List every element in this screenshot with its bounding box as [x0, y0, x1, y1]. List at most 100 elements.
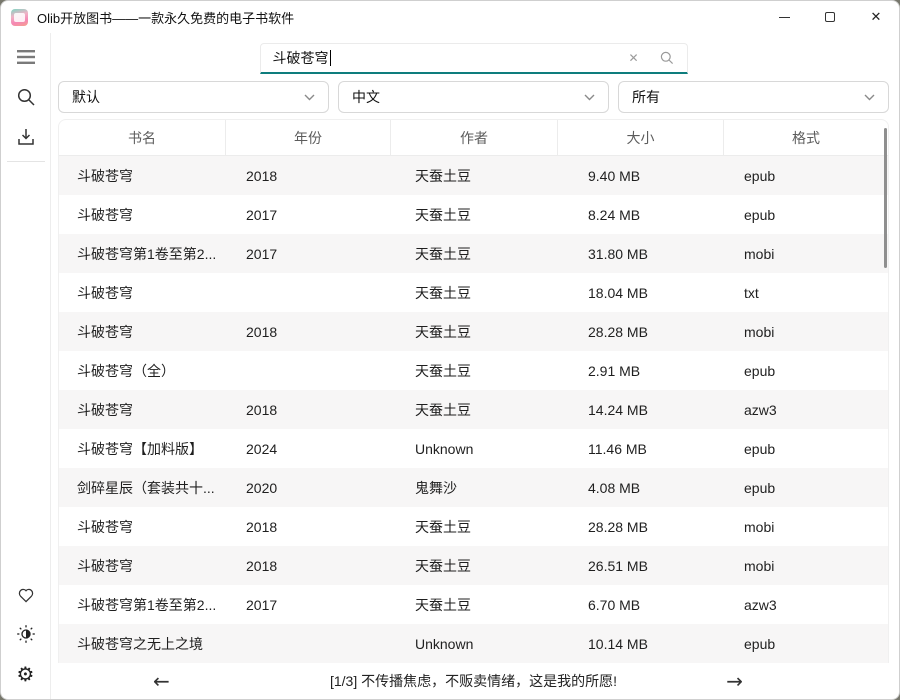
table-row[interactable]: 斗破苍穹 2018 天蚕土豆 9.40 MB epub [59, 156, 888, 195]
cell-author: 天蚕土豆 [391, 283, 558, 303]
app-logo-icon [11, 9, 28, 26]
sidebar-divider [7, 161, 45, 162]
next-page-button[interactable]: → [726, 671, 743, 691]
search-query-text: 斗破苍穹 [273, 48, 329, 68]
chevron-down-icon [584, 94, 595, 101]
filter-bar: 默认 中文 所有 [58, 81, 889, 113]
table-row[interactable]: 斗破苍穹 2018 天蚕土豆 26.51 MB mobi [59, 546, 888, 585]
table-row[interactable]: 斗破苍穹之无上之境 Unknown 10.14 MB epub [59, 624, 888, 663]
cell-format: mobi [724, 324, 888, 340]
cell-book-name: 斗破苍穹【加料版】 [59, 439, 226, 459]
results-table: 书名 年份 作者 大小 格式 斗破苍穹 2018 天蚕土豆 9.40 MB ep… [58, 119, 889, 663]
table-row[interactable]: 斗破苍穹 天蚕土豆 18.04 MB txt [59, 273, 888, 312]
maximize-button[interactable] [807, 1, 853, 33]
cell-author: 天蚕土豆 [391, 166, 558, 186]
cell-format: epub [724, 207, 888, 223]
cell-size: 9.40 MB [558, 168, 724, 184]
favorites-button[interactable] [6, 574, 46, 614]
cell-year: 2018 [226, 168, 391, 184]
cell-author: 天蚕土豆 [391, 517, 558, 537]
cell-year: 2018 [226, 519, 391, 535]
table-row[interactable]: 斗破苍穹 2018 天蚕土豆 28.28 MB mobi [59, 312, 888, 351]
search-nav-button[interactable] [6, 77, 46, 117]
search-input[interactable]: 斗破苍穹 ✕ [260, 43, 688, 74]
cell-format: epub [724, 636, 888, 652]
downloads-button[interactable] [6, 117, 46, 157]
cell-book-name: 斗破苍穹第1卷至第2... [59, 595, 226, 615]
search-icon [16, 87, 36, 107]
cell-book-name: 斗破苍穹 [59, 400, 226, 420]
language-dropdown-value: 中文 [352, 87, 380, 107]
menu-button[interactable] [6, 37, 46, 77]
cell-size: 18.04 MB [558, 285, 724, 301]
page-info-text: [1/3] 不传播焦虑，不贩卖情绪，这是我的所愿! [330, 671, 617, 691]
cell-author: 鬼舞沙 [391, 478, 558, 498]
prev-page-button[interactable]: ← [153, 671, 170, 691]
cell-format: azw3 [724, 402, 888, 418]
theme-toggle-button[interactable] [6, 614, 46, 654]
column-header-size[interactable]: 大小 [558, 120, 724, 155]
close-icon: ✕ [871, 9, 882, 25]
sort-dropdown[interactable]: 默认 [58, 81, 329, 113]
chevron-down-icon [304, 94, 315, 101]
window-title: Olib开放图书——一款永久免费的电子书软件 [37, 8, 294, 27]
table-row[interactable]: 斗破苍穹 2017 天蚕土豆 8.24 MB epub [59, 195, 888, 234]
format-dropdown[interactable]: 所有 [618, 81, 889, 113]
cell-format: mobi [724, 519, 888, 535]
scrollbar-thumb[interactable] [884, 128, 887, 268]
column-header-year[interactable]: 年份 [226, 120, 391, 155]
column-header-format[interactable]: 格式 [724, 120, 888, 155]
settings-button[interactable]: ⚙ [6, 654, 46, 694]
gear-icon: ⚙ [17, 664, 35, 684]
cell-book-name: 斗破苍穹 [59, 322, 226, 342]
cell-size: 28.28 MB [558, 324, 724, 340]
column-header-title[interactable]: 书名 [59, 120, 226, 155]
cell-book-name: 斗破苍穹 [59, 517, 226, 537]
brightness-icon [16, 624, 36, 644]
cell-year: 2020 [226, 480, 391, 496]
table-row[interactable]: 斗破苍穹第1卷至第2... 2017 天蚕土豆 6.70 MB azw3 [59, 585, 888, 624]
table-row[interactable]: 斗破苍穹 2018 天蚕土豆 14.24 MB azw3 [59, 390, 888, 429]
cell-book-name: 斗破苍穹第1卷至第2... [59, 244, 226, 264]
table-row[interactable]: 斗破苍穹 2018 天蚕土豆 28.28 MB mobi [59, 507, 888, 546]
cell-format: epub [724, 480, 888, 496]
column-header-author[interactable]: 作者 [391, 120, 558, 155]
minimize-button[interactable] [761, 1, 807, 33]
table-row[interactable]: 剑碎星辰（套装共十... 2020 鬼舞沙 4.08 MB epub [59, 468, 888, 507]
format-dropdown-value: 所有 [632, 87, 660, 107]
cell-size: 26.51 MB [558, 558, 724, 574]
table-row[interactable]: 斗破苍穹第1卷至第2... 2017 天蚕土豆 31.80 MB mobi [59, 234, 888, 273]
close-button[interactable]: ✕ [853, 1, 899, 33]
minimize-icon [779, 17, 790, 18]
cell-author: 天蚕土豆 [391, 244, 558, 264]
cell-book-name: 斗破苍穹 [59, 556, 226, 576]
cell-year: 2024 [226, 441, 391, 457]
table-row[interactable]: 斗破苍穹【加料版】 2024 Unknown 11.46 MB epub [59, 429, 888, 468]
cell-size: 4.08 MB [558, 480, 724, 496]
chevron-down-icon [864, 94, 875, 101]
app-window: Olib开放图书——一款永久免费的电子书软件 ✕ [0, 0, 900, 700]
cell-format: txt [724, 285, 888, 301]
cell-book-name: 剑碎星辰（套装共十... [59, 478, 226, 498]
cell-size: 6.70 MB [558, 597, 724, 613]
sort-dropdown-value: 默认 [72, 87, 100, 107]
main-content: 斗破苍穹 ✕ 默认 中文 [51, 33, 899, 699]
cell-size: 10.14 MB [558, 636, 724, 652]
cell-format: azw3 [724, 597, 888, 613]
search-submit-icon[interactable] [659, 50, 675, 66]
sidebar: ⚙ [1, 33, 51, 699]
cell-format: mobi [724, 558, 888, 574]
cell-size: 31.80 MB [558, 246, 724, 262]
cell-year: 2018 [226, 558, 391, 574]
table-row[interactable]: 斗破苍穹（全） 天蚕土豆 2.91 MB epub [59, 351, 888, 390]
cell-year: 2017 [226, 246, 391, 262]
cell-year: 2018 [226, 402, 391, 418]
cell-book-name: 斗破苍穹 [59, 166, 226, 186]
cell-size: 2.91 MB [558, 363, 724, 379]
cell-author: Unknown [391, 441, 558, 457]
language-dropdown[interactable]: 中文 [338, 81, 609, 113]
cell-author: 天蚕土豆 [391, 556, 558, 576]
cell-size: 8.24 MB [558, 207, 724, 223]
clear-search-icon[interactable]: ✕ [628, 51, 638, 65]
cell-author: 天蚕土豆 [391, 205, 558, 225]
